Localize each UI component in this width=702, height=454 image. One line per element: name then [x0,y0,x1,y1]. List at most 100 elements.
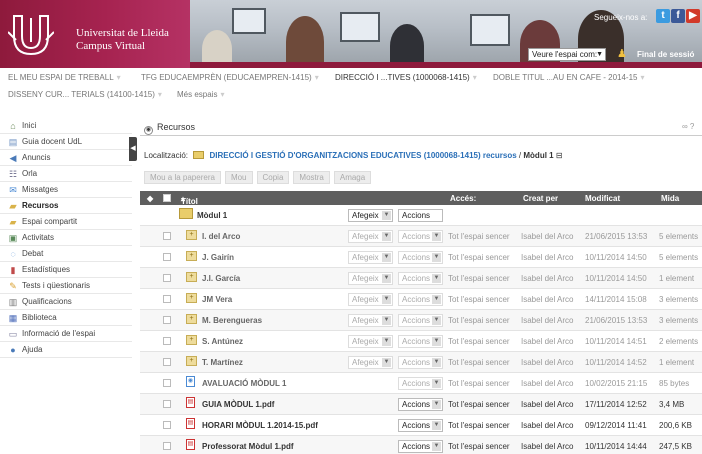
add-select[interactable]: Afegeix ▼ [348,230,393,243]
row-checkbox[interactable] [163,358,171,366]
file-name[interactable]: HORARI MÒDUL 1.2014-15.pdf [202,421,318,430]
chevron-down-icon: ▾ [640,73,645,82]
actions-select[interactable]: Accions ▼ [398,251,443,264]
row-checkbox[interactable] [163,442,171,450]
actions-select[interactable]: Accions ▼ [398,377,443,390]
sidebar-item-guia-docent[interactable]: ▤ Guia docent UdL [0,134,132,150]
add-select[interactable]: Afegeix ▼ [348,251,393,264]
size-value: 5 elements [659,253,699,262]
actions-select[interactable]: Accions ▼ [398,314,443,327]
row-checkbox[interactable] [163,295,171,303]
actions-select[interactable]: Accions ▼ [398,272,443,285]
brand-subtitle: Campus Virtual [76,40,146,52]
chevron-down-icon: ▼ [432,358,441,367]
file-name[interactable]: I. del Arco [202,232,240,241]
hide-button[interactable]: Amaga [333,171,372,184]
sidebar-item-debat[interactable]: ◌ Debat [0,246,132,262]
actions-select[interactable]: Accions ▼ [398,293,443,306]
sidebar-item-missatges[interactable]: ✉ Missatges [0,182,132,198]
youtube-icon[interactable]: ▶ [686,9,700,23]
row-checkbox[interactable] [163,400,171,408]
module-info-icon[interactable]: ⊟ [556,151,563,160]
file-name[interactable]: AVALUACIÓ MÒDUL 1 [202,379,286,388]
brand-panel: Universitat de Lleida Campus Virtual [0,0,190,68]
sidebar-item-recursos[interactable]: ▰ Recursos [0,198,132,214]
copy-button[interactable]: Copia [256,171,290,184]
nav-item-doble-titul[interactable]: DOBLE TITUL ...AU EN CAFE - 2014-15 ▾ [493,73,645,82]
sidebar-item-biblioteca[interactable]: ▦ Biblioteca [0,310,132,326]
sidebar-item-ajuda[interactable]: ● Ajuda [0,342,132,358]
row-checkbox[interactable] [163,379,171,387]
sidebar-item-orla[interactable]: ☷ Orla [0,166,132,182]
row-checkbox[interactable] [163,274,171,282]
follow-label: Segueix-nos a: [594,13,648,22]
add-select[interactable]: Afegeix ▼ [348,272,393,285]
nav-item-direccio[interactable]: DIRECCIÓ I ...TIVES (1000068-1415) ▾ [335,73,477,82]
row-checkbox[interactable] [163,232,171,240]
twitter-icon[interactable]: t [656,9,670,23]
breadcrumb-link-recursos[interactable]: DIRECCIÓ I GESTIÓ D'ORGANITZACIONS EDUCA… [210,151,517,160]
file-name[interactable]: M. Berengueras [202,316,262,325]
logout-link[interactable]: Final de sessió [637,50,694,59]
col-title[interactable]: Títol ▴ [181,194,198,206]
file-name[interactable]: JM Vera [202,295,232,304]
sidebar-item-qualificacions[interactable]: ▥ Qualificacions [0,294,132,310]
move-to-trash-button[interactable]: Mou a la paperera [144,171,221,184]
nav-item-disseny[interactable]: DISSENY CUR... TERIALS (14100-1415) ▾ [8,90,162,99]
move-button[interactable]: Mou [224,171,253,184]
actions-select[interactable]: Accions [398,209,443,222]
nav-item-my-space[interactable]: EL MEU ESPAI DE TREBALL ▾ [8,73,121,82]
actions-select[interactable]: Accions ▼ [398,398,443,411]
chat-bubble-icon: ◌ [10,248,16,259]
select-all-checkbox[interactable] [163,194,171,202]
row-checkbox[interactable] [163,337,171,345]
sidebar-item-anuncis[interactable]: ◀ Anuncis [0,150,132,166]
actions-select[interactable]: Accions ▼ [398,230,443,243]
view-space-select[interactable]: Veure l'espai com: ▼ [528,48,606,61]
row-checkbox[interactable] [163,421,171,429]
chevron-down-icon: ▼ [432,295,441,304]
row-checkbox[interactable] [163,253,171,261]
actions-select[interactable]: Accions ▼ [398,356,443,369]
add-select[interactable]: Afegeix ▼ [348,314,393,327]
file-name[interactable]: Professorat Mòdul 1.pdf [202,442,294,451]
sort-icon[interactable]: ◆ [147,194,153,203]
sidebar-item-inici[interactable]: ⌂ Inici [0,118,132,134]
actions-select[interactable]: Accions ▼ [398,440,443,453]
file-name[interactable]: GUIA MÒDUL 1.pdf [202,400,274,409]
file-name[interactable]: J.I. García [202,274,240,283]
nav-item-more-spaces[interactable]: Més espais ▾ [177,90,224,99]
activity-icon: ▣ [8,232,18,243]
sidebar-item-estadistiques[interactable]: ▮ Estadístiques [0,262,132,278]
modified-value: 21/06/2015 13:53 [585,232,648,241]
facebook-icon[interactable]: f [671,9,685,23]
col-created-by[interactable]: Creat per [523,194,558,203]
collapse-sidebar-button[interactable]: ◀ [129,137,137,161]
table-row: + J. Gairín Afegeix ▼ Accions ▼ Tot l'espai se… [140,247,702,268]
sidebar-item-informacio[interactable]: ▭ Informació de l'espai [0,326,132,342]
page-tools-icons[interactable]: ∞ ? [682,122,694,131]
sidebar-item-tests[interactable]: ✎ Tests i qüestionaris [0,278,132,294]
file-name[interactable]: S. Antúnez [202,337,243,346]
actions-select[interactable]: Accions ▼ [398,335,443,348]
size-value: 3 elements [659,316,699,325]
row-checkbox[interactable] [163,316,171,324]
file-name[interactable]: T. Martínez [202,358,243,367]
file-name[interactable]: J. Gairín [202,253,234,262]
nav-item-tfg[interactable]: TFG EDUCAEMPRÈN (EDUCAEMPREN-1415) ▾ [141,73,319,82]
sidebar-item-activitats[interactable]: ▣ Activitats [0,230,132,246]
add-select[interactable]: Afegeix ▼ [348,356,393,369]
creator-value: Isabel del Arco [521,421,574,430]
add-select[interactable]: Afegeix ▼ [348,335,393,348]
col-modified[interactable]: Modificat [585,194,620,203]
add-select[interactable]: Afegeix ▼ [348,209,393,222]
grades-icon: ▥ [8,296,18,307]
sidebar-item-espai-compartit[interactable]: ▰ Espai compartit [0,214,132,230]
add-select[interactable]: Afegeix ▼ [348,293,393,306]
show-button[interactable]: Mostra [293,171,330,184]
actions-select[interactable]: Accions ▼ [398,419,443,432]
col-size[interactable]: Mida [661,194,679,203]
size-value: 3,4 MB [659,400,685,409]
folder-name[interactable]: Mòdul 1 [197,211,227,220]
subfolder-icon: + [186,335,197,345]
